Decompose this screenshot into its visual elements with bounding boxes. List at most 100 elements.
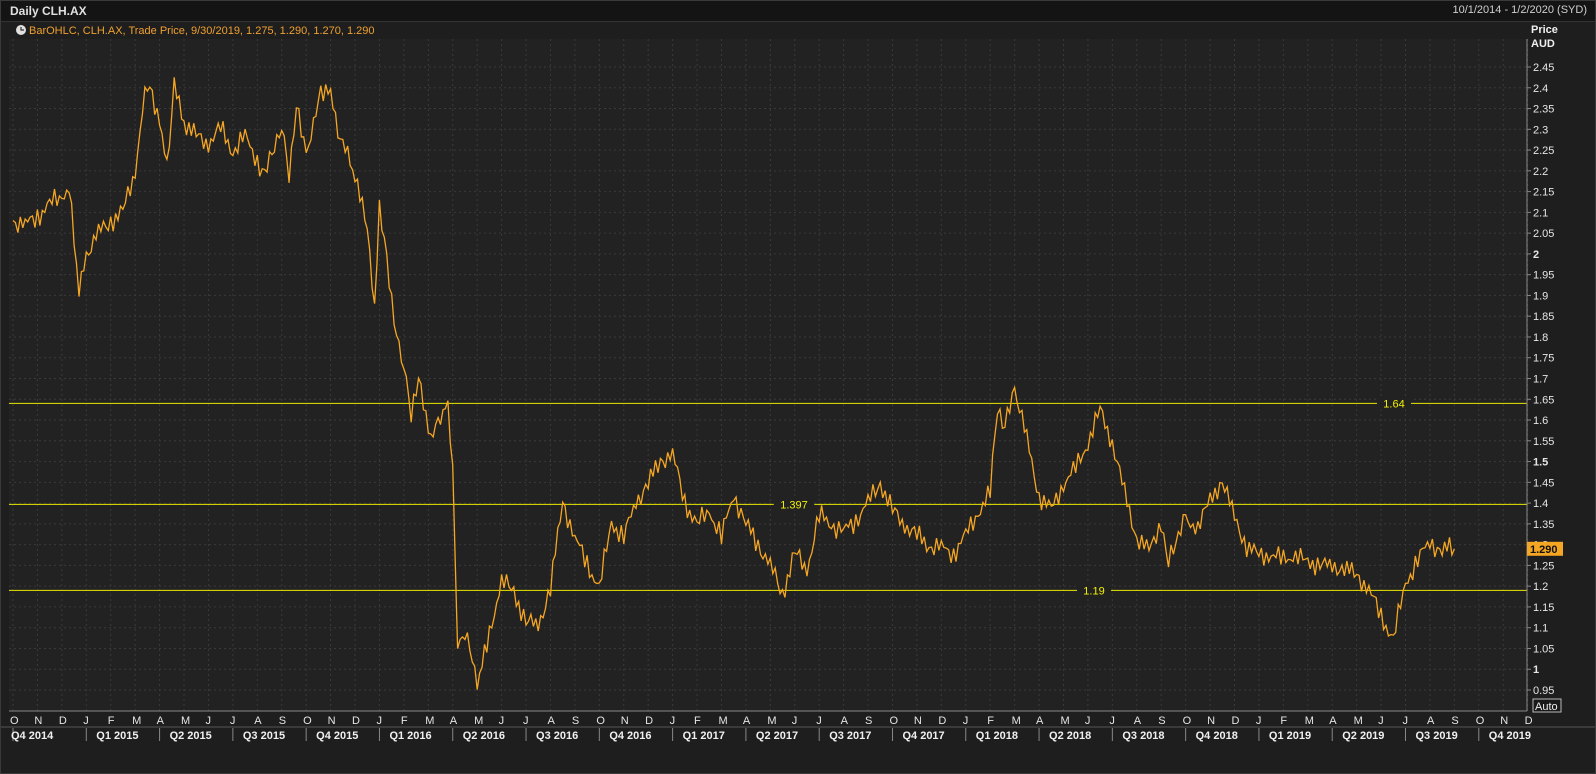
month-tick-label: J <box>376 715 382 727</box>
month-tick-label: M <box>425 715 434 727</box>
y-tick-label: 1.5 <box>1533 457 1548 469</box>
month-tick-label: O <box>303 715 312 727</box>
quarter-tick-label: Q2 2019 <box>1342 730 1384 742</box>
month-tick-label: F <box>401 715 408 727</box>
y-tick-label: 2.1 <box>1533 207 1548 219</box>
legend[interactable]: BarOHLC, CLH.AX, Trade Price, 9/30/2019,… <box>16 25 375 37</box>
month-tick-label: M <box>1305 715 1314 727</box>
month-tick-label: O <box>596 715 605 727</box>
y-tick-label: 1.95 <box>1533 270 1554 282</box>
month-tick-label: S <box>1158 715 1165 727</box>
y-tick-label: 1.25 <box>1533 560 1554 572</box>
quarter-tick-label: Q2 2017 <box>756 730 798 742</box>
quarter-tick-label: Q4 2015 <box>316 730 358 742</box>
y-tick-label: 1.7 <box>1533 374 1548 386</box>
quarter-tick-label: Q1 2019 <box>1269 730 1311 742</box>
month-tick-label: D <box>645 715 653 727</box>
month-tick-label: S <box>865 715 872 727</box>
y-tick-label: 1.2 <box>1533 581 1548 593</box>
month-tick-label: D <box>1232 715 1240 727</box>
y-tick-label: 1.15 <box>1533 602 1554 614</box>
quarter-tick-label: Q2 2016 <box>463 730 505 742</box>
y-tick-label: 1.6 <box>1533 415 1548 427</box>
quarter-tick-label: Q4 2018 <box>1196 730 1238 742</box>
y-tick-label: 1.45 <box>1533 477 1554 489</box>
quarter-tick-label: Q3 2018 <box>1122 730 1164 742</box>
y-tick-label: 1.4 <box>1533 498 1548 510</box>
y-tick-label: 1.75 <box>1533 353 1554 365</box>
reference-line-label: 1.64 <box>1383 398 1404 410</box>
month-tick-label: F <box>694 715 701 727</box>
month-tick-label: J <box>523 715 529 727</box>
y-tick-label: 1.8 <box>1533 332 1548 344</box>
reference-line-label: 1.397 <box>780 499 808 511</box>
month-tick-label: M <box>767 715 776 727</box>
y-axis: 2.45 2.4 2.35 2.3 2.25 2.2 2.15 2.1 2.05 2 1.95 1.9… <box>1526 39 1554 711</box>
chart-window: Daily CLH.AX 10/1/2014 - 1/2/2020 (SYD) … <box>0 0 1596 774</box>
month-tick-label: F <box>108 715 115 727</box>
month-tick-label: D <box>938 715 946 727</box>
quarter-tick-label: Q1 2017 <box>683 730 725 742</box>
month-tick-label: J <box>499 715 505 727</box>
month-tick-label: N <box>1500 715 1508 727</box>
y-tick-label: 2.2 <box>1533 166 1548 178</box>
y-tick-label: 1.35 <box>1533 519 1554 531</box>
month-tick-label: J <box>230 715 236 727</box>
auto-scale-button[interactable]: Auto <box>1532 698 1562 713</box>
y-tick-label: 1.05 <box>1533 643 1554 655</box>
month-tick-label: J <box>1378 715 1384 727</box>
quarter-tick-label: Q2 2015 <box>170 730 212 742</box>
month-tick-label: J <box>83 715 89 727</box>
y-tick-label: 2.3 <box>1533 124 1548 136</box>
month-tick-label: F <box>1280 715 1287 727</box>
y-tick-label: 0.95 <box>1533 685 1554 697</box>
quarter-tick-label: Q4 2016 <box>609 730 651 742</box>
month-tick-label: N <box>1207 715 1215 727</box>
month-tick-label: O <box>10 715 19 727</box>
month-tick-label: A <box>254 715 262 727</box>
month-tick-label: A <box>1036 715 1044 727</box>
y-tick-label: 1.85 <box>1533 311 1554 323</box>
last-price-tag: 1.290 <box>1527 541 1563 556</box>
month-tick-label: M <box>181 715 190 727</box>
plot-area <box>9 39 1527 711</box>
month-tick-label: N <box>34 715 42 727</box>
y-tick-label: 2.15 <box>1533 187 1554 199</box>
month-tick-label: A <box>547 715 555 727</box>
price-chart[interactable]: 1.641.3971.19 2.452.42.352.32.252.22.152… <box>1 1 1595 773</box>
month-tick-label: J <box>792 715 798 727</box>
month-tick-label: M <box>718 715 727 727</box>
quarter-tick-label: Q4 2014 <box>11 730 54 742</box>
y-tick-label: 2.45 <box>1533 62 1554 74</box>
quarter-tick-label: Q3 2019 <box>1416 730 1458 742</box>
month-tick-label: F <box>987 715 994 727</box>
y-tick-label: 2.35 <box>1533 104 1554 116</box>
month-tick-label: J <box>1256 715 1262 727</box>
month-tick-label: J <box>1109 715 1115 727</box>
month-tick-label: M <box>132 715 141 727</box>
month-tick-label: J <box>1403 715 1409 727</box>
y-tick-label: 1.1 <box>1533 623 1548 635</box>
quarter-tick-label: Q1 2015 <box>96 730 138 742</box>
quarter-tick-label: Q3 2017 <box>829 730 871 742</box>
x-axis: ONDJFMAMJJASONDJFMAMJJASONDJFMAMJJASONDJ… <box>1 710 1595 742</box>
month-tick-label: A <box>841 715 849 727</box>
month-tick-label: O <box>1183 715 1192 727</box>
quarter-tick-label: Q3 2016 <box>536 730 578 742</box>
month-tick-label: N <box>328 715 336 727</box>
month-tick-label: N <box>621 715 629 727</box>
y-tick-label: 2.25 <box>1533 145 1554 157</box>
month-tick-label: M <box>1354 715 1363 727</box>
month-tick-label: J <box>963 715 969 727</box>
quarter-tick-label: Q1 2016 <box>389 730 431 742</box>
y-tick-label: 2.05 <box>1533 228 1554 240</box>
quarter-tick-label: Q4 2019 <box>1489 730 1531 742</box>
month-tick-label: S <box>279 715 286 727</box>
month-tick-label: M <box>1012 715 1021 727</box>
y-tick-label: 1.65 <box>1533 394 1554 406</box>
y-tick-label: 2 <box>1533 249 1539 261</box>
month-tick-label: A <box>1329 715 1337 727</box>
quarter-tick-label: Q1 2018 <box>976 730 1018 742</box>
month-tick-label: S <box>572 715 579 727</box>
y-axis-title-price: Price <box>1531 24 1558 36</box>
